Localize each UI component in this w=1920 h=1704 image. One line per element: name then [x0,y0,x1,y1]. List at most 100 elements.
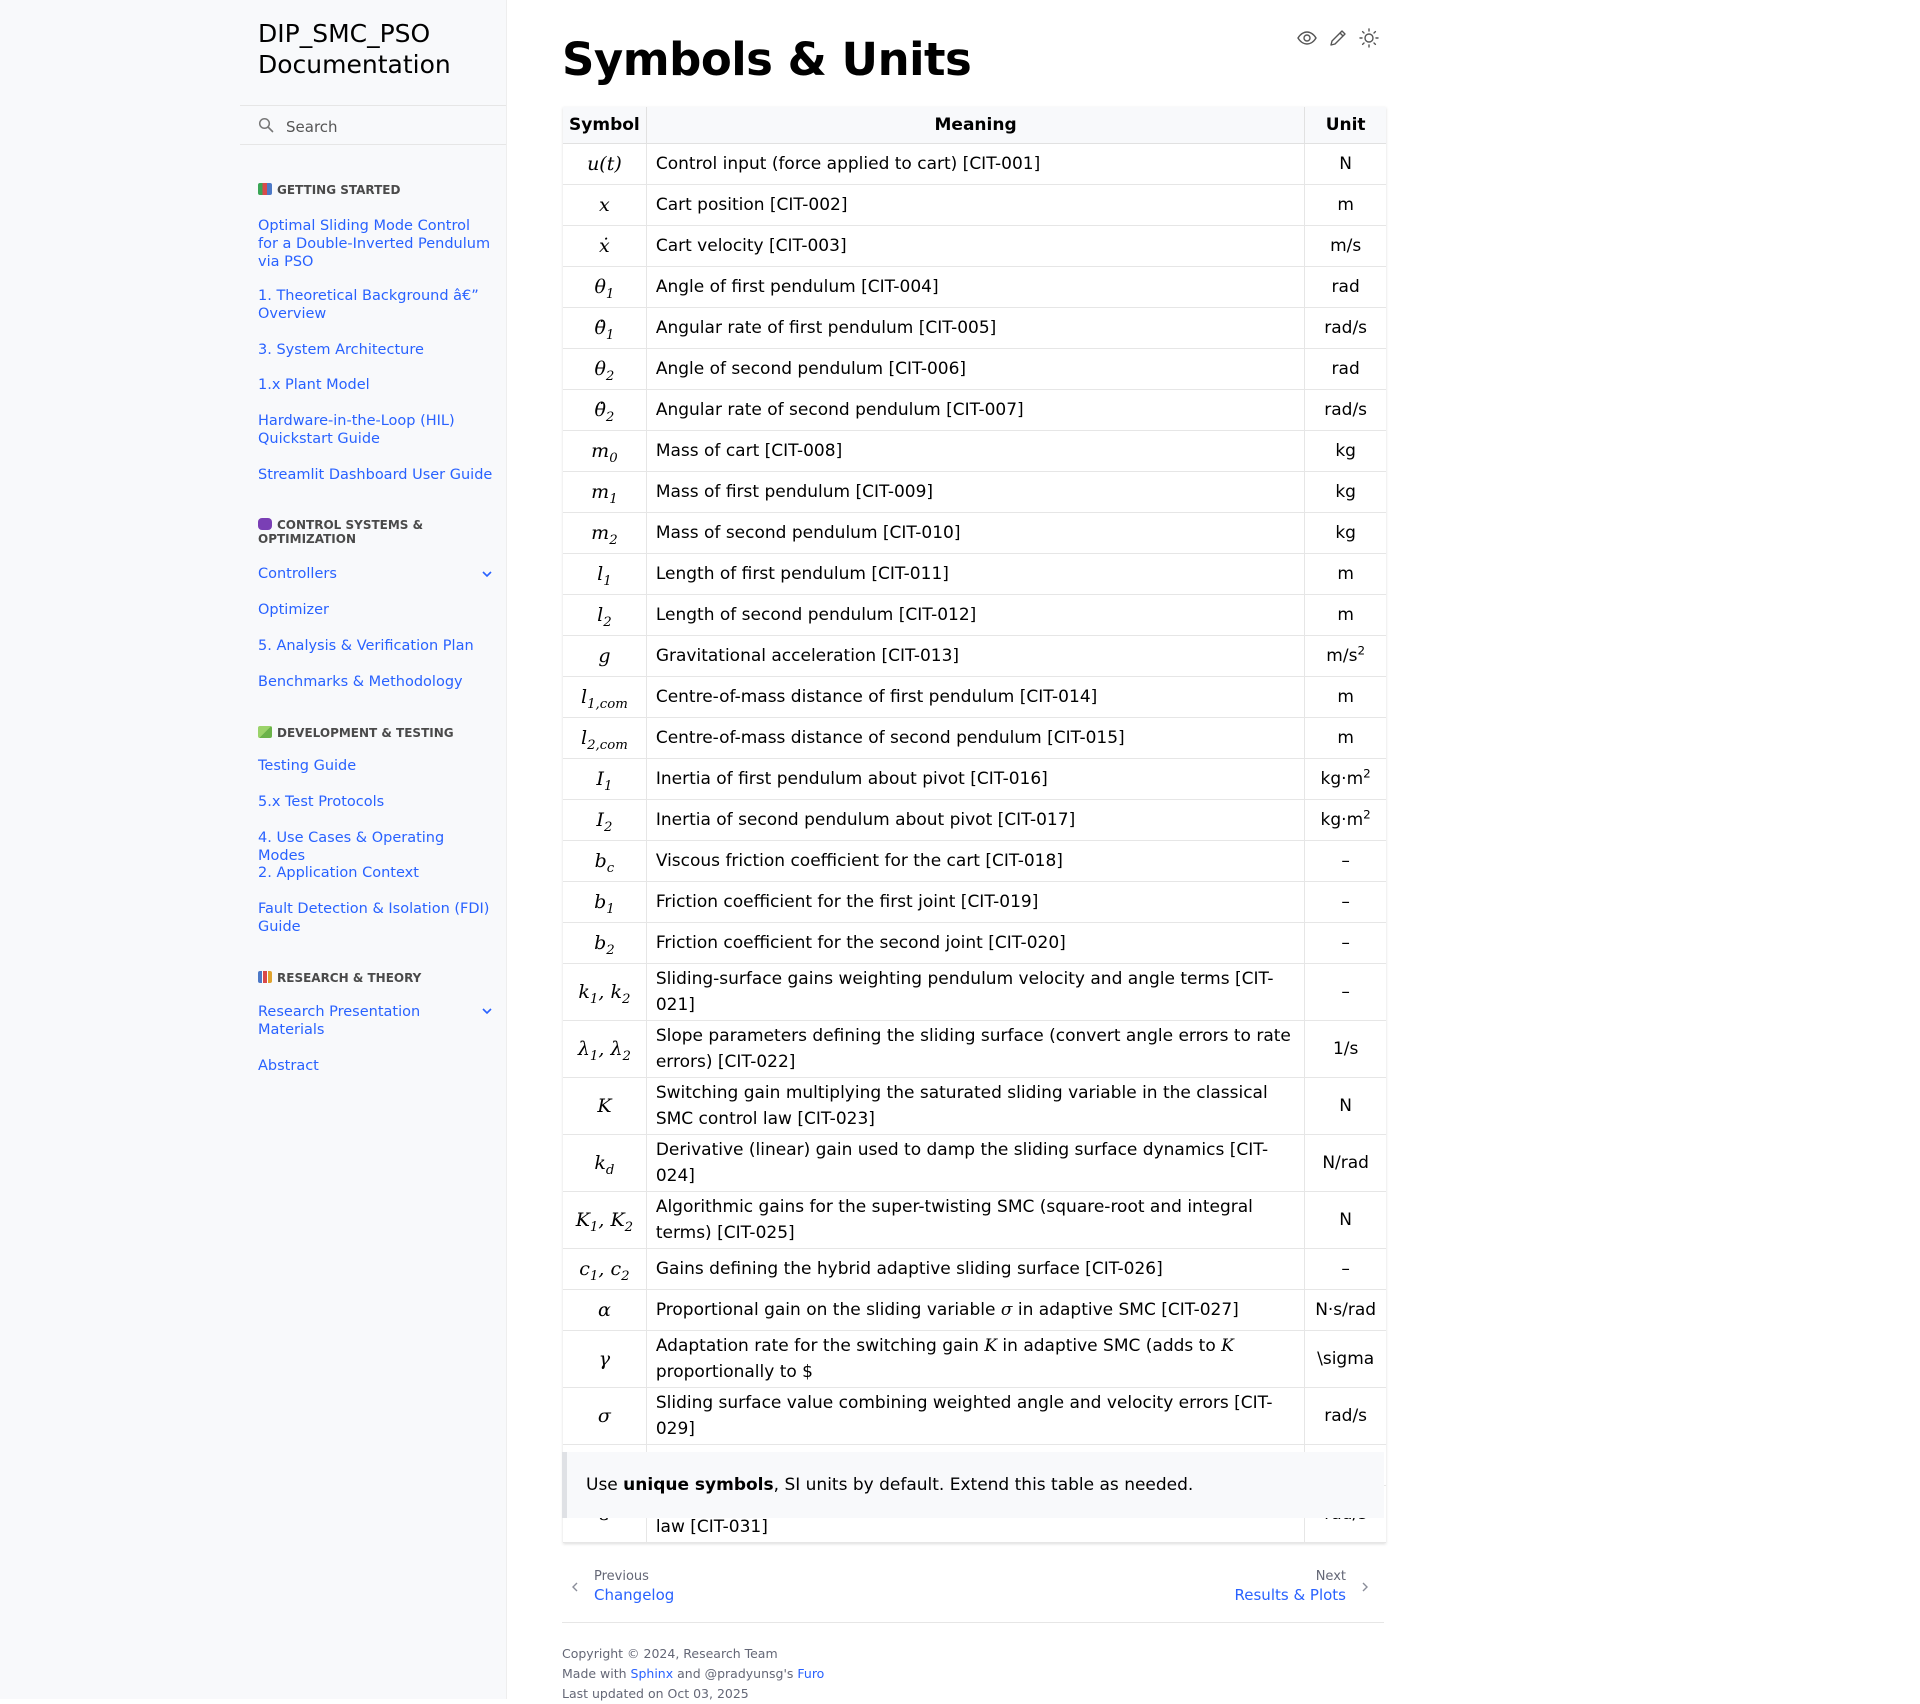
cell-symbol: l2,com [563,717,647,759]
cell-symbol: u(t) [563,143,647,185]
cell-meaning: Mass of second pendulum [CIT-010] [646,512,1306,554]
table-row: I2 Inertia of second pendulum about pivot… [563,799,1386,841]
table-row: x Cart position [CIT-002] m [563,184,1386,226]
cell-unit: m [1304,553,1386,595]
nav-item-application-context[interactable]: 2. Application Context [258,864,494,882]
table-row: b2 Friction coefficient for the second jo… [563,922,1386,964]
section-title: DEVELOPMENT & TESTING [277,726,454,740]
cell-symbol: k1, k2 [563,963,647,1021]
nav-item-theoretical-background[interactable]: 1. Theoretical Background â€” Overview [258,287,494,323]
cell-symbol: l1,com [563,676,647,718]
cell-unit: – [1304,881,1386,923]
table-row: m2 Mass of second pendulum [CIT-010] kg [563,512,1386,554]
cell-symbol: m1 [563,471,647,513]
cell-unit: \sigma [1304,1330,1386,1388]
cell-unit: – [1304,963,1386,1021]
nav-item-hil-quickstart[interactable]: Hardware-in-the-Loop (HIL) Quickstart Gu… [258,412,494,448]
cell-meaning: Algorithmic gains for the super-twisting… [646,1191,1306,1249]
table-row: l2,com Centre-of-mass distance of second … [563,717,1386,759]
nav-item-benchmarks[interactable]: Benchmarks & Methodology [258,673,494,691]
sphinx-link[interactable]: Sphinx [631,1666,674,1681]
nav-item-use-cases[interactable]: 4. Use Cases & Operating Modes [258,829,494,865]
cell-symbol: b1 [563,881,647,923]
cell-meaning: Angular rate of first pendulum [CIT-005] [646,307,1306,349]
cell-symbol: ẋ [563,225,647,267]
cell-meaning: Mass of first pendulum [CIT-009] [646,471,1306,513]
previous-page-link[interactable]: Previous Changelog [570,1568,674,1605]
cell-unit: rad/s [1304,1387,1386,1445]
table-row: α Proportional gain on the sliding variab… [563,1289,1386,1331]
next-title[interactable]: Results & Plots [1235,1585,1346,1605]
table-row: I1 Inertia of first pendulum about pivot … [563,758,1386,800]
table-row: m0 Mass of cart [CIT-008] kg [563,430,1386,472]
table-row: K1, K2 Algorithmic gains for the super-tw… [563,1191,1386,1249]
cell-unit: m [1304,717,1386,759]
section-title: RESEARCH & THEORY [277,971,422,985]
cell-meaning: Adaptation rate for the switching gain K… [646,1330,1306,1388]
table-row: c1, c2 Gains defining the hybrid adaptive… [563,1248,1386,1290]
nav-item-optimizer[interactable]: Optimizer [258,601,494,619]
furo-link[interactable]: Furo [797,1666,824,1681]
cell-symbol: I2 [563,799,647,841]
next-page-link[interactable]: Next Results & Plots [1235,1568,1370,1605]
cell-unit: kg [1304,430,1386,472]
table-body: u(t) Control input (force applied to cart… [563,143,1386,1543]
previous-title[interactable]: Changelog [594,1585,674,1605]
theme-toggle-icon[interactable] [1358,27,1380,49]
nav-item-streamlit-guide[interactable]: Streamlit Dashboard User Guide [258,466,494,484]
cell-unit: m [1304,184,1386,226]
table-row: l1,com Centre-of-mass distance of first p… [563,676,1386,718]
chevron-down-icon[interactable] [480,1004,494,1018]
table-row: m1 Mass of first pendulum [CIT-009] kg [563,471,1386,513]
site-brand[interactable]: DIP_SMC_PSO Documentation [258,18,488,80]
cell-unit: N [1304,1077,1386,1135]
cell-unit: kg·m2 [1304,758,1386,800]
cell-unit: kg [1304,471,1386,513]
footer-copyright: Copyright © 2024, Research Team [562,1646,778,1661]
nav-item-fdi-guide[interactable]: Fault Detection & Isolation (FDI) Guide [258,900,494,936]
nav-item-system-architecture[interactable]: 3. System Architecture [258,341,494,359]
chevron-down-icon[interactable] [480,567,494,581]
nav-item-analysis-verification[interactable]: 5. Analysis & Verification Plan [258,637,494,655]
footer: Copyright © 2024, Research Team Made wit… [562,1644,824,1704]
cell-symbol: b2 [563,922,647,964]
cell-symbol: m2 [563,512,647,554]
cell-unit: m [1304,594,1386,636]
cell-unit: N·s/rad [1304,1289,1386,1331]
cell-meaning: Length of first pendulum [CIT-011] [646,553,1306,595]
cell-unit: m [1304,676,1386,718]
cell-symbol: α [563,1289,647,1331]
cell-meaning: Viscous friction coefficient for the car… [646,840,1306,882]
view-source-icon[interactable] [1296,27,1318,49]
column-header-symbol: Symbol [563,107,647,144]
cell-meaning: Inertia of first pendulum about pivot [C… [646,758,1306,800]
nav-item-controllers[interactable]: Controllers [258,565,494,583]
cell-symbol: l2 [563,594,647,636]
table-row: g Gravitational acceleration [CIT-013] m/s… [563,635,1386,677]
search-box[interactable] [240,105,506,145]
cell-meaning: Friction coefficient for the first joint… [646,881,1306,923]
search-input[interactable] [284,114,498,140]
note-prefix: Use [586,1475,624,1495]
edit-icon[interactable] [1327,27,1349,49]
nav-item-optimal-smc[interactable]: Optimal Sliding Mode Control for a Doubl… [258,217,494,271]
nav-item-testing-guide[interactable]: Testing Guide [258,757,494,775]
cell-symbol: K [563,1077,647,1135]
cell-symbol: λ1, λ2 [563,1020,647,1078]
cell-meaning: Centre-of-mass distance of second pendul… [646,717,1306,759]
table-header-row: Symbol Meaning Unit [563,107,1386,144]
page-title: Symbols & Units [562,33,972,86]
nav-item-abstract[interactable]: Abstract [258,1057,494,1075]
table-row: θ1 Angle of first pendulum [CIT-004] rad [563,266,1386,308]
nav-item-plant-model[interactable]: 1.x Plant Model [258,376,494,394]
nav-item-test-protocols[interactable]: 5.x Test Protocols [258,793,494,811]
chevron-left-icon [572,1582,578,1592]
table-row: θ̇2 Angular rate of second pendulum [CIT-… [563,389,1386,431]
footer-made-prefix: Made with [562,1666,631,1681]
chevron-right-icon [1362,1582,1368,1592]
cell-symbol: σ [563,1387,647,1445]
nav-item-research-presentation[interactable]: Research Presentation Materials [258,1003,468,1039]
cell-symbol: g [563,635,647,677]
cell-unit: rad/s [1304,307,1386,349]
table-row: ẋ Cart velocity [CIT-003] m/s [563,225,1386,267]
